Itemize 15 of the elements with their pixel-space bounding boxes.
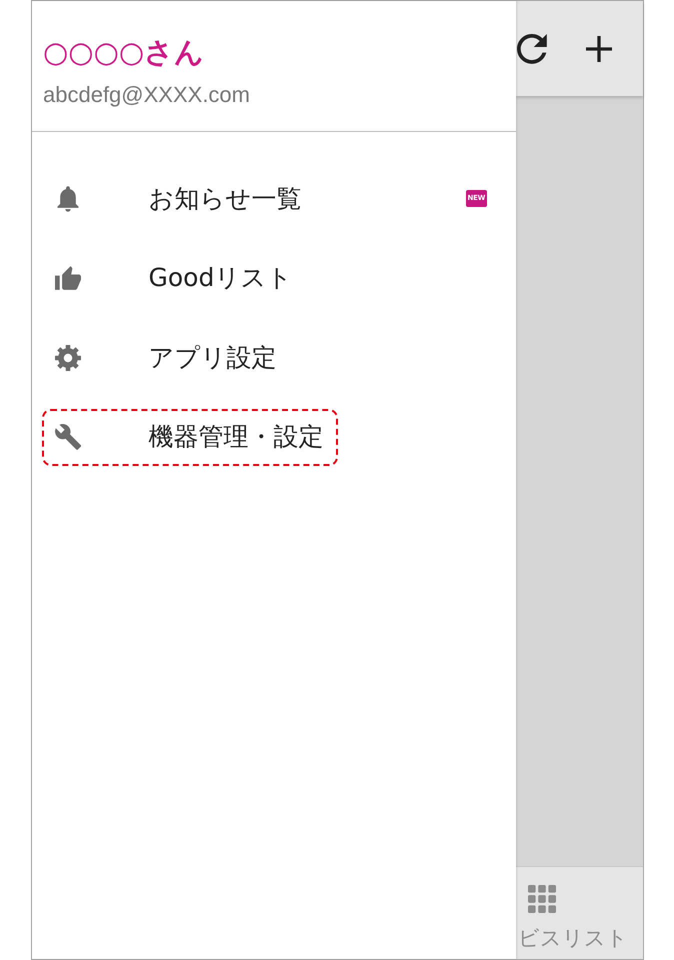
user-name: ○○○○さん (43, 35, 204, 70)
menu-item[interactable]: お知らせ一覧 (42, 170, 316, 227)
wrench-icon (54, 424, 80, 450)
settings-icon (54, 344, 80, 370)
menu-item[interactable]: Goodリスト (42, 250, 306, 306)
user-email: abcdefg@XXXX.com (43, 82, 250, 108)
menu-item[interactable]: 機器管理・設定 (42, 408, 338, 466)
menu-item[interactable]: アプリ設定 (42, 329, 290, 386)
add-button[interactable] (586, 36, 612, 62)
plus-icon (586, 36, 612, 62)
refresh-icon (517, 34, 547, 64)
bell-icon (54, 186, 80, 212)
thumbs-up-icon (54, 265, 80, 291)
refresh-button[interactable] (517, 34, 547, 64)
grid-icon (528, 885, 556, 913)
